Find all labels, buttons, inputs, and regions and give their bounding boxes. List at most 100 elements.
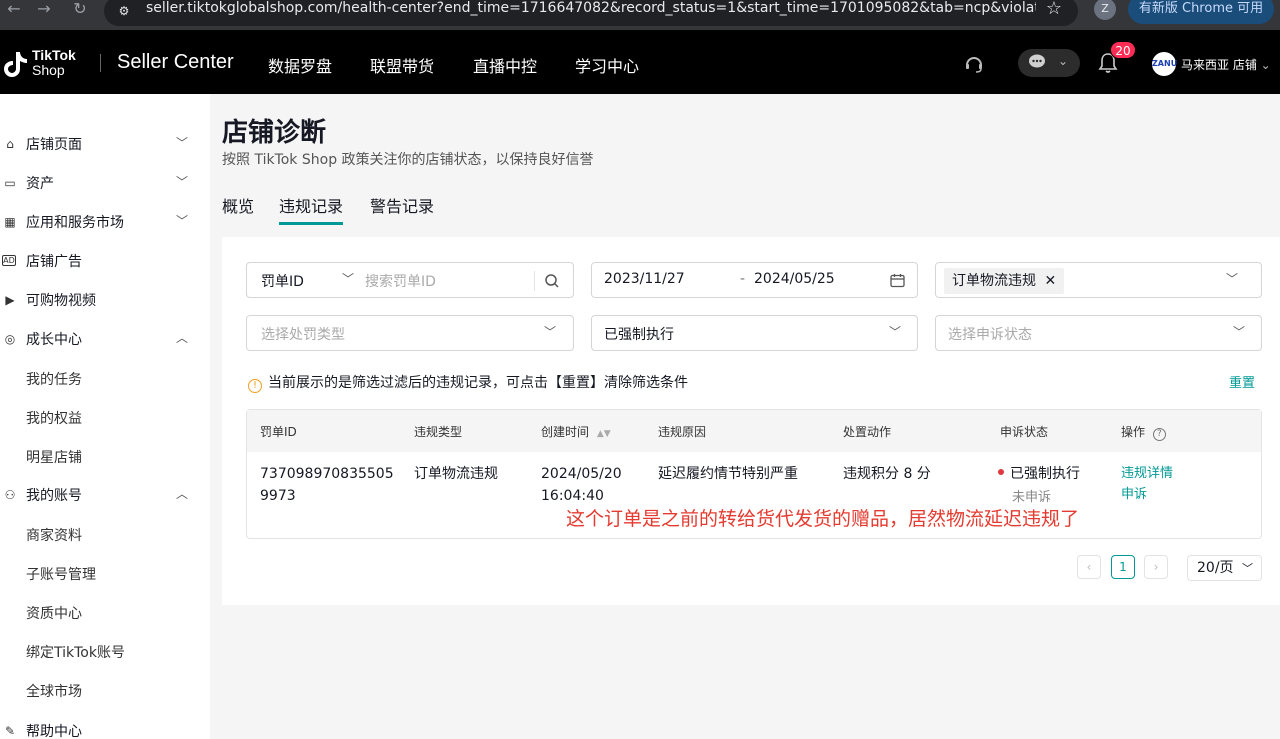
notification-badge: 20 bbox=[1110, 41, 1136, 59]
sidebar-sub-star-store[interactable]: 明星店铺 bbox=[26, 447, 82, 467]
bookmark-star-icon[interactable]: ☆ bbox=[1046, 0, 1062, 19]
ad-icon: AD bbox=[2, 255, 16, 266]
chevron-down-icon: ⌄ bbox=[1260, 58, 1271, 72]
sidebar-item-app-market[interactable]: ▦ 应用和服务市场 ﹀ bbox=[0, 204, 210, 240]
violation-tag: 订单物流违规 ✕ bbox=[944, 268, 1065, 294]
date-range-picker[interactable]: 2023/11/27 - 2024/05/25 bbox=[591, 262, 918, 298]
sidebar-item-shoppable-video[interactable]: ▶ 可购物视频 bbox=[0, 282, 210, 318]
tab-overview[interactable]: 概览 bbox=[222, 193, 254, 217]
chevron-down-icon[interactable]: ﹀ bbox=[342, 270, 354, 287]
messages-button[interactable]: ⌄ bbox=[1018, 49, 1080, 77]
search-field-group: 罚单ID ﹀ 搜索罚单ID bbox=[246, 262, 574, 298]
browser-toolbar: ← → ↻ ⚙ seller.tiktokglobalshop.com/heal… bbox=[0, 0, 1280, 30]
sidebar-item-my-account[interactable]: ⚇ 我的账号 ︿ bbox=[0, 477, 210, 513]
sidebar-item-assets[interactable]: ▭ 资产 ﹀ bbox=[0, 165, 210, 201]
nav-data-compass[interactable]: 数据罗盘 bbox=[268, 53, 332, 77]
status-select[interactable]: 已强制执行 ﹀ bbox=[591, 315, 918, 351]
page-size-select[interactable]: 20/页 ﹀ bbox=[1187, 555, 1262, 581]
created-time: 2024/05/20 16:04:40 bbox=[541, 466, 622, 504]
chevron-up-icon: ︿ bbox=[176, 487, 189, 501]
tab-warning-records[interactable]: 警告记录 bbox=[370, 193, 434, 217]
enforcement-status: 已强制执行 bbox=[998, 463, 1080, 485]
sidebar-sub-bind-tiktok[interactable]: 绑定TikTok账号 bbox=[26, 642, 125, 662]
chevron-down-icon: ﹀ bbox=[176, 175, 189, 189]
logo-divider bbox=[100, 54, 101, 72]
status-value: 已强制执行 bbox=[604, 327, 674, 343]
site-info-icon[interactable]: ⚙ bbox=[116, 3, 132, 19]
sort-icon[interactable]: ▲▼ bbox=[597, 429, 611, 439]
sidebar-sub-my-tasks[interactable]: 我的任务 bbox=[26, 369, 82, 389]
next-page-button[interactable]: › bbox=[1144, 555, 1168, 579]
search-icon[interactable] bbox=[544, 273, 560, 289]
column-header-actions: 操作 ? bbox=[1121, 423, 1166, 441]
date-separator: - bbox=[740, 271, 746, 287]
sidebar-item-label: 我的账号 bbox=[26, 488, 82, 504]
back-icon[interactable]: ← bbox=[4, 0, 24, 20]
user-annotation: 这个订单是之前的转给货代发货的赠品，居然物流延迟违规了 bbox=[566, 508, 1080, 530]
reload-icon[interactable]: ↻ bbox=[70, 0, 90, 20]
column-header: 罚单ID bbox=[260, 425, 297, 439]
sidebar-item-label: 帮助中心 bbox=[26, 724, 82, 739]
sidebar-sub-global-market[interactable]: 全球市场 bbox=[26, 681, 82, 701]
customer-service-icon[interactable] bbox=[964, 54, 984, 74]
table-header: 罚单ID 违规类型 创建时间 ▲▼ 违规原因 处置动作 申诉状态 操作 ? bbox=[247, 410, 1261, 452]
chevron-down-icon: ﹀ bbox=[1226, 272, 1239, 286]
tiktok-logo-icon[interactable] bbox=[2, 50, 30, 78]
chevron-down-icon: ﹀ bbox=[176, 136, 189, 150]
seller-center-title[interactable]: Seller Center bbox=[117, 51, 234, 74]
nav-affiliate[interactable]: 联盟带货 bbox=[370, 53, 434, 77]
column-header: 违规原因 bbox=[658, 425, 707, 439]
chevron-down-icon: ﹀ bbox=[889, 325, 902, 339]
top-navigation-bar: TikTok Shop Seller Center 数据罗盘 联盟带货 直播中控… bbox=[0, 30, 1280, 94]
close-icon[interactable]: ✕ bbox=[1044, 273, 1056, 289]
nav-live-control[interactable]: 直播中控 bbox=[473, 53, 537, 77]
id-type-select[interactable]: 罚单ID bbox=[261, 271, 304, 291]
chrome-update-button[interactable]: 有新版 Chrome 可用 bbox=[1128, 0, 1274, 24]
page-number-current[interactable]: 1 bbox=[1111, 555, 1135, 579]
page-title: 店铺诊断 bbox=[222, 118, 327, 148]
violation-details-link[interactable]: 违规详情 bbox=[1121, 463, 1173, 485]
sidebar-item-help-center[interactable]: ✎ 帮助中心 bbox=[0, 713, 210, 739]
shop-name: 马来西亚 店铺 bbox=[1181, 58, 1257, 72]
profile-avatar[interactable]: Z bbox=[1094, 0, 1116, 20]
date-end[interactable]: 2024/05/25 bbox=[754, 271, 835, 287]
violation-type-select[interactable]: 订单物流违规 ✕ ﹀ bbox=[935, 262, 1262, 298]
shop-selector[interactable]: 马来西亚 店铺 ⌄ bbox=[1181, 56, 1271, 73]
sidebar-sub-qualifications[interactable]: 资质中心 bbox=[26, 603, 82, 623]
nav-learning-center[interactable]: 学习中心 bbox=[575, 53, 639, 77]
help-circle-icon[interactable]: ? bbox=[1152, 428, 1166, 441]
column-header-sortable[interactable]: 创建时间 ▲▼ bbox=[541, 423, 611, 440]
chevron-down-icon: ﹀ bbox=[544, 325, 557, 339]
user-icon: ⚇ bbox=[4, 488, 16, 502]
appeal-status-select[interactable]: 选择申诉状态 ﹀ bbox=[935, 315, 1262, 351]
column-header: 处置动作 bbox=[843, 425, 892, 439]
tab-violation-records[interactable]: 违规记录 bbox=[279, 193, 344, 225]
warning-icon: ! bbox=[248, 379, 262, 393]
prev-page-button[interactable]: ‹ bbox=[1077, 555, 1101, 579]
sidebar-sub-merchant-info[interactable]: 商家资料 bbox=[26, 525, 82, 545]
url-text[interactable]: seller.tiktokglobalshop.com/health-cente… bbox=[146, 0, 1036, 16]
sidebar-item-growth-center[interactable]: ◎ 成长中心 ︿ bbox=[0, 321, 210, 357]
search-input[interactable]: 搜索罚单ID bbox=[365, 271, 535, 291]
appeal-status-placeholder: 选择申诉状态 bbox=[948, 327, 1032, 343]
chat-bubble-icon bbox=[1029, 54, 1045, 68]
address-bar[interactable]: ⚙ seller.tiktokglobalshop.com/health-cen… bbox=[104, 0, 1078, 26]
penalty-type-select[interactable]: 选择处罚类型 ﹀ bbox=[246, 315, 574, 351]
chevron-up-icon: ︿ bbox=[176, 331, 189, 345]
violation-type: 订单物流违规 bbox=[414, 466, 498, 482]
date-start[interactable]: 2023/11/27 bbox=[604, 271, 685, 287]
sidebar-item-store-ads[interactable]: AD 店铺广告 bbox=[0, 243, 210, 279]
sidebar-sub-my-benefits[interactable]: 我的权益 bbox=[26, 408, 82, 428]
column-header: 违规类型 bbox=[414, 425, 463, 439]
appeal-link[interactable]: 申诉 bbox=[1121, 484, 1147, 506]
penalty-type-placeholder: 选择处罚类型 bbox=[261, 327, 345, 343]
forward-icon[interactable]: → bbox=[34, 0, 54, 20]
help-icon: ✎ bbox=[4, 724, 16, 738]
reset-link[interactable]: 重置 bbox=[1229, 372, 1255, 391]
sidebar-item-store-page[interactable]: ⌂ 店铺页面 ﹀ bbox=[0, 126, 210, 162]
calendar-icon[interactable] bbox=[890, 273, 905, 288]
shop-avatar[interactable]: ZANU bbox=[1152, 52, 1177, 76]
filter-notice: ! 当前展示的是筛选过滤后的违规记录，可点击【重置】清除筛选条件 bbox=[248, 372, 688, 393]
sidebar-sub-subaccounts[interactable]: 子账号管理 bbox=[26, 564, 96, 584]
status-dot bbox=[998, 469, 1004, 475]
